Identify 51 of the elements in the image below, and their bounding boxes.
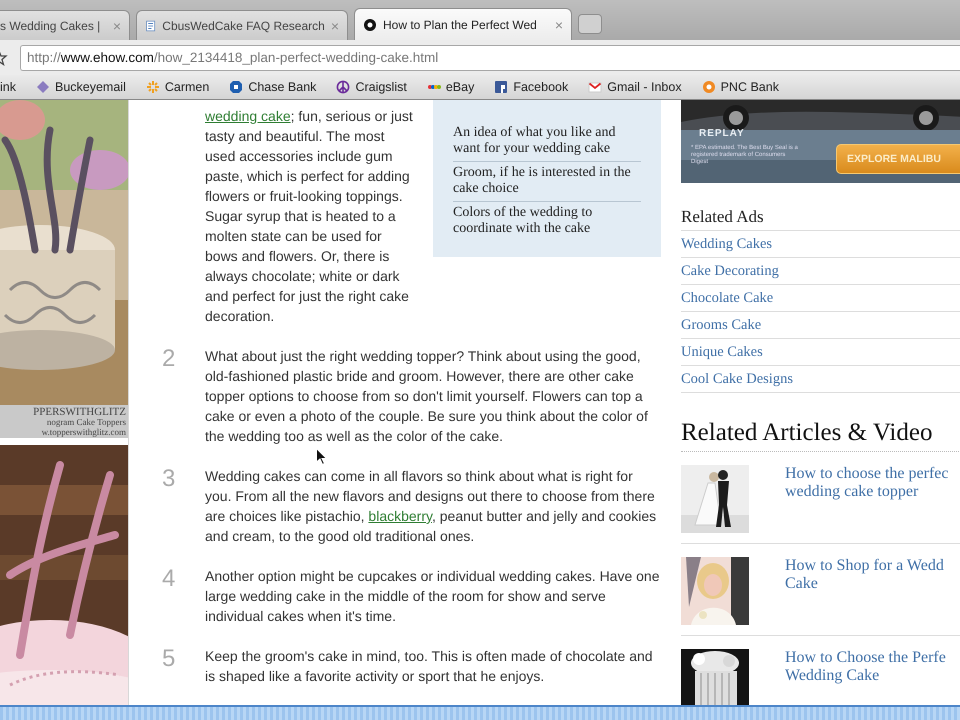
- step-text: What about just the right wedding topper? Think about using the good, old-fashioned plastic bride and groom. However, there are other cake topper options to choose from so don't limit yourself. Flowers can top a cake or even a photo of the couple. Be sure you think about the color of the wedding too as well as the color of the cake.: [205, 347, 649, 446]
- bookmark[interactable]: Facebook: [494, 80, 568, 94]
- step-number: 2: [162, 345, 176, 372]
- step-number: 4: [162, 565, 176, 592]
- disc-icon: [363, 18, 377, 32]
- related-ad-link[interactable]: Unique Cakes: [681, 344, 763, 360]
- article-link[interactable]: How to choose the perfec wedding cake topper: [785, 465, 948, 543]
- peace-icon: [336, 80, 350, 94]
- browser-tab[interactable]: How to Plan the Perfect Wed ×: [354, 8, 572, 40]
- octagon-icon: [229, 80, 244, 94]
- article-link[interactable]: wedding cake: [205, 108, 291, 124]
- article-link[interactable]: How to Choose the Perfe Wedding Cake: [785, 649, 946, 705]
- related-ad-link[interactable]: Grooms Cake: [681, 317, 762, 333]
- browser-tab[interactable]: s Wedding Cakes | ×: [0, 10, 130, 40]
- browser-tab[interactable]: CbusWedCake FAQ Research ×: [136, 10, 348, 40]
- related-ad-link[interactable]: Wedding Cakes: [681, 236, 772, 252]
- needed-item: An idea of what you like and want for your wedding cake: [453, 125, 616, 156]
- article-link[interactable]: How to Shop for a Wedd Cake: [785, 557, 944, 635]
- ad-caption: PPERSWITHGLITZ nogram Cake Toppers w.topperswithglitz.com: [0, 405, 128, 438]
- bookmark[interactable]: ink: [0, 80, 16, 94]
- address-field[interactable]: http://www.ehow.com/how_2134418_plan-perfect-wedding-cake.html: [20, 44, 960, 70]
- diamond-icon: [36, 80, 50, 94]
- circle-icon: [702, 80, 716, 94]
- step-text: Wedding cakes can come in all flavors so think about what is right for you. From all the new flavors and designs out there to choose from there are choices like pistachio, blackberry, peanut butter and jelly and cookies and cream, to the good old traditional ones.: [205, 467, 658, 546]
- step-number: 3: [162, 465, 176, 492]
- step-text: Keep the groom's cake in mind, too. This is often made of chocolate and is shaped like a favorite activity or sport that he enjoys.: [205, 647, 654, 686]
- needed-item: Colors of the wedding to coordinate with the cake: [453, 205, 592, 236]
- bookmark[interactable]: Buckeyemail: [36, 80, 126, 94]
- mouse-cursor-icon: [316, 448, 327, 465]
- close-icon[interactable]: ×: [554, 16, 563, 32]
- envelope-icon: [588, 80, 602, 94]
- step-text: Another option might be cupcakes or individual wedding cakes. Have one large wedding cake in the middle of the room for show and serve individual cakes when it's time.: [205, 567, 661, 626]
- bookmark[interactable]: Craigslist: [336, 80, 407, 94]
- related-ad-link[interactable]: Cool Cake Designs: [681, 371, 793, 387]
- bookmark[interactable]: PNC Bank: [702, 80, 779, 94]
- article-link[interactable]: blackberry: [368, 508, 432, 524]
- bookmark[interactable]: Chase Bank: [229, 80, 316, 94]
- section-heading: Related Articles & Video: [681, 419, 932, 446]
- related-ad-link[interactable]: Cake Decorating: [681, 263, 779, 279]
- bookmark[interactable]: eBay: [426, 80, 474, 94]
- step-number: 5: [162, 645, 176, 672]
- square-icon: [494, 80, 508, 94]
- related-ad-link[interactable]: Chocolate Cake: [681, 290, 774, 306]
- bookmark[interactable]: Carmen: [146, 80, 210, 94]
- bookmark[interactable]: Gmail - Inbox: [588, 80, 682, 94]
- document-icon: [145, 18, 156, 32]
- ad-brand: REPLAY: [699, 128, 745, 139]
- needed-item: Groom, if he is interested in the cake choice: [453, 165, 631, 196]
- section-heading: Related Ads: [681, 207, 764, 226]
- step-text: wedding cake; fun, serious or just tasty and beautiful. The most used accessories include gum paste, which is perfect for adding flowers or fruit-looking toppings. Sugar syrup that is heated to a molten state can be used for bows and flowers. Or, there is always chocolate; white or dark and perfect for just the right cake decoration.: [205, 107, 413, 326]
- sunburst-icon: [146, 80, 160, 94]
